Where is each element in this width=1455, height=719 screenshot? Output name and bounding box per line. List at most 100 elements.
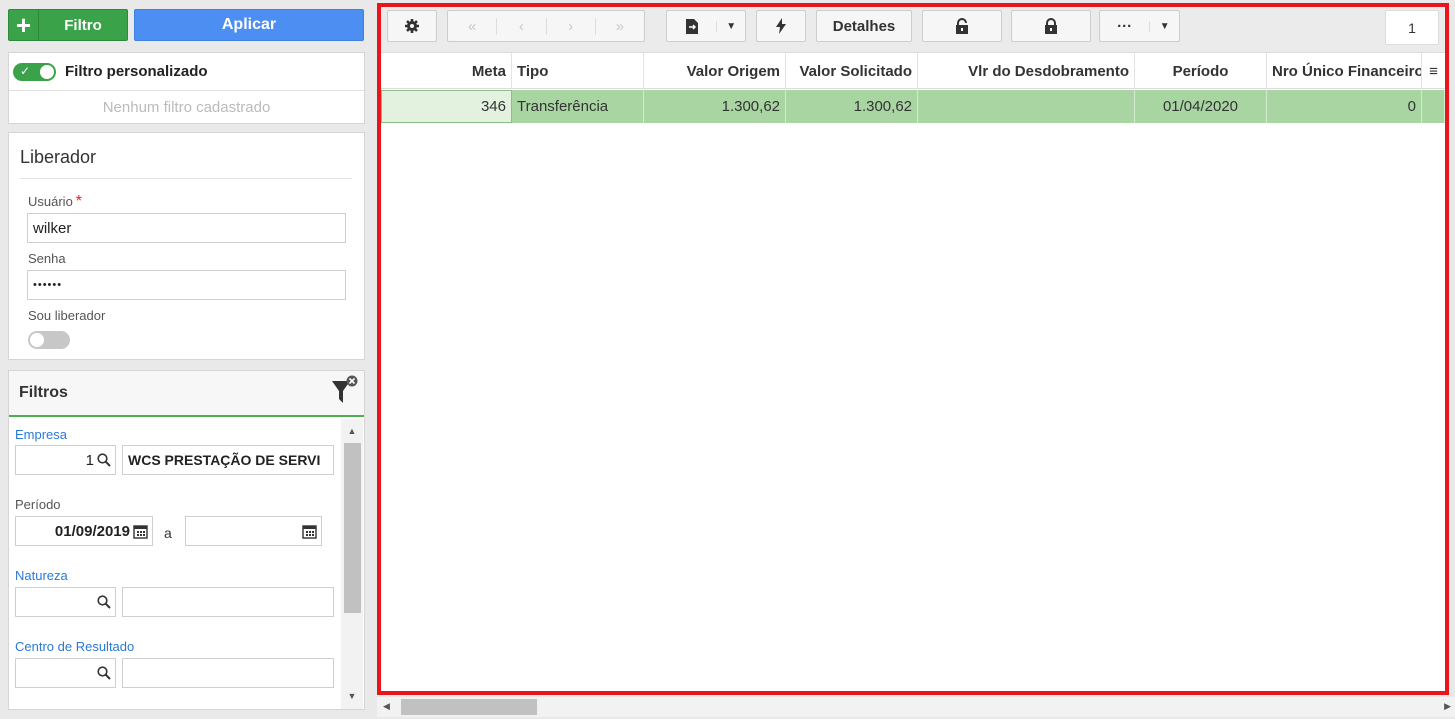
scrollbar-thumb[interactable] — [401, 699, 537, 715]
pagination-group: « ‹ › » — [447, 10, 645, 42]
unlock-icon — [956, 17, 968, 34]
cell-valor-origem[interactable]: 1.300,62 — [644, 90, 786, 123]
column-menu-icon[interactable]: ≡ — [1422, 53, 1445, 89]
lock-button[interactable] — [1011, 10, 1091, 42]
usuario-input[interactable]: wilker — [27, 213, 346, 243]
plus-icon: + — [9, 10, 39, 40]
centro-resultado-label[interactable]: Centro de Resultado — [15, 639, 134, 654]
lightning-icon — [776, 18, 786, 34]
empresa-label[interactable]: Empresa — [15, 427, 67, 442]
cell-tipo[interactable]: Transferência — [512, 90, 644, 123]
empresa-code-input[interactable]: 1 — [15, 445, 116, 475]
cell-filler — [1422, 90, 1445, 123]
usuario-label-text: Usuário — [28, 194, 73, 209]
liberador-title: Liberador — [20, 147, 97, 167]
export-button-group: ▼ — [666, 10, 746, 42]
divider — [20, 178, 352, 179]
filtros-title: Filtros — [19, 384, 68, 401]
filtros-body: Empresa 1 WCS PRESTAÇÃO DE SERVI Período… — [9, 419, 342, 709]
filtro-button-label: Filtro — [64, 16, 102, 34]
column-header-valor-solicitado[interactable]: Valor Solicitado — [786, 53, 918, 89]
column-header-meta[interactable]: Meta — [381, 53, 512, 89]
prev-page-icon[interactable]: ‹ — [496, 17, 545, 35]
usuario-value: wilker — [33, 219, 72, 237]
next-page-icon[interactable]: › — [545, 17, 595, 35]
sou-liberador-toggle[interactable] — [28, 331, 70, 349]
filtros-header: Filtros — [9, 371, 364, 417]
periodo-from-value: 01/09/2019 — [54, 522, 130, 540]
centro-code-input[interactable] — [15, 658, 116, 688]
usuario-label: Usuário * — [28, 193, 82, 211]
periodo-separator: a — [164, 525, 172, 541]
more-icon[interactable]: ··· — [1100, 18, 1149, 35]
natureza-name-input[interactable] — [122, 587, 334, 617]
natureza-code-input[interactable] — [15, 587, 116, 617]
grid-panel: « ‹ › » ▼ Detalhes ··· ▼ 1 Meta Tipo Val… — [377, 3, 1449, 695]
dropdown-icon[interactable]: ▼ — [1149, 20, 1179, 32]
senha-value: •••••• — [33, 279, 63, 291]
column-header-tipo[interactable]: Tipo — [512, 53, 644, 89]
column-header-periodo[interactable]: Período — [1135, 53, 1267, 89]
page-number-indicator[interactable]: 1 — [1385, 10, 1439, 45]
toggle-knob — [40, 64, 54, 79]
detalhes-button[interactable]: Detalhes — [816, 10, 912, 42]
natureza-label[interactable]: Natureza — [15, 568, 68, 583]
more-button-group: ··· ▼ — [1099, 10, 1180, 42]
column-header-nro-unico[interactable]: Nro Único Financeiro — [1267, 53, 1422, 89]
senha-input[interactable]: •••••• — [27, 270, 346, 300]
table-row[interactable]: 346 Transferência 1.300,62 1.300,62 01/0… — [381, 90, 1445, 123]
cell-nro-unico[interactable]: 0 — [1267, 90, 1422, 123]
grid-header: Meta Tipo Valor Origem Valor Solicitado … — [381, 53, 1445, 89]
scroll-right-icon[interactable]: ▶ — [1444, 701, 1451, 712]
lock-icon — [1045, 17, 1057, 34]
scroll-left-icon[interactable]: ◀ — [383, 701, 390, 712]
gear-icon — [405, 19, 419, 33]
action-button[interactable] — [756, 10, 806, 42]
column-header-valor-origem[interactable]: Valor Origem — [644, 53, 786, 89]
check-icon: ✓ — [20, 63, 31, 78]
first-page-icon[interactable]: « — [448, 18, 496, 35]
last-page-icon[interactable]: » — [594, 17, 644, 35]
export-button[interactable] — [667, 18, 716, 35]
filtro-button[interactable]: + Filtro — [8, 9, 128, 41]
cell-vlr-desdobramento[interactable] — [918, 90, 1135, 123]
calendar-icon[interactable] — [133, 524, 148, 539]
unlock-button[interactable] — [922, 10, 1002, 42]
senha-label: Senha — [28, 251, 66, 266]
required-marker: * — [75, 193, 83, 210]
scroll-up-icon[interactable]: ▲ — [341, 422, 363, 440]
periodo-from-input[interactable]: 01/09/2019 — [15, 516, 153, 546]
cell-valor-solicitado[interactable]: 1.300,62 — [786, 90, 918, 123]
toggle-knob — [30, 333, 44, 347]
empresa-name-input[interactable]: WCS PRESTAÇÃO DE SERVI — [122, 445, 334, 475]
cell-meta[interactable]: 346 — [381, 90, 512, 123]
calendar-icon[interactable] — [302, 524, 317, 539]
settings-button[interactable] — [387, 10, 437, 42]
empresa-code-value: 1 — [85, 451, 94, 469]
grid-toolbar: « ‹ › » ▼ Detalhes ··· ▼ 1 — [381, 7, 1445, 53]
aplicar-button[interactable]: Aplicar — [134, 9, 364, 41]
search-icon[interactable] — [97, 453, 111, 467]
clear-filter-icon[interactable] — [330, 375, 358, 407]
search-icon[interactable] — [97, 666, 111, 680]
scroll-down-icon[interactable]: ▼ — [341, 687, 363, 705]
cell-periodo[interactable]: 01/04/2020 — [1135, 90, 1267, 123]
filtro-personalizado-row: ✓ Filtro personalizado — [9, 53, 364, 91]
filtro-personalizado-toggle[interactable]: ✓ — [13, 62, 56, 81]
periodo-to-input[interactable] — [185, 516, 322, 546]
centro-name-input[interactable] — [122, 658, 334, 688]
filtros-scrollbar[interactable]: ▲ ▼ — [341, 419, 363, 709]
sou-liberador-label: Sou liberador — [28, 308, 106, 323]
grid-horizontal-scrollbar[interactable]: ◀ ▶ — [377, 697, 1455, 717]
dropdown-icon[interactable]: ▼ — [716, 20, 745, 32]
filtros-panel: Filtros Empresa 1 WCS PRESTAÇÃO DE SERVI… — [8, 370, 365, 710]
empty-filter-message: Nenhum filtro cadastrado — [102, 99, 271, 116]
scrollbar-thumb[interactable] — [344, 443, 361, 613]
search-icon[interactable] — [97, 595, 111, 609]
empresa-name-value: WCS PRESTAÇÃO DE SERVI — [128, 452, 321, 468]
column-header-vlr-desdobramento[interactable]: Vlr do Desdobramento — [918, 53, 1135, 89]
liberador-panel: Liberador Usuário * wilker Senha •••••• S… — [8, 132, 365, 360]
filtro-personalizado-label: Filtro personalizado — [65, 63, 208, 80]
periodo-label: Período — [15, 497, 61, 512]
filtro-personalizado-panel: ✓ Filtro personalizado Nenhum filtro cad… — [8, 52, 365, 124]
